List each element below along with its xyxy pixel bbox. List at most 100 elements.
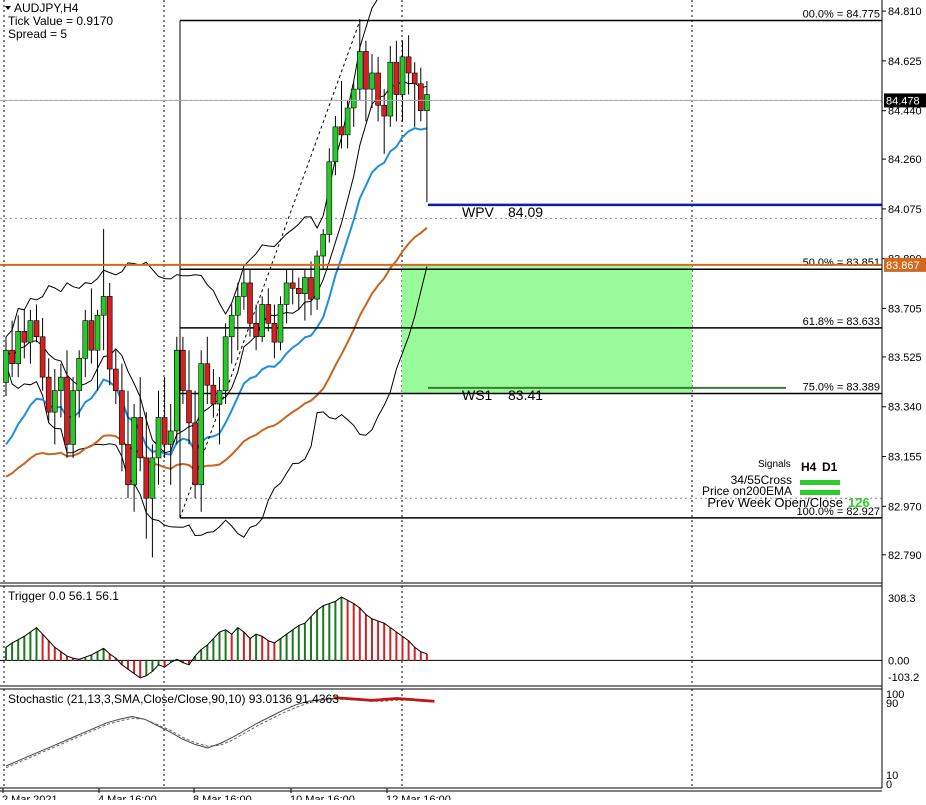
candle-body [253,322,259,338]
time-tick-label: 10 Mar 16:00 [290,794,355,800]
candle-body [381,104,388,117]
candle-body [289,282,296,289]
trigger-label: Trigger 0.0 56.1 56.1 [8,589,119,603]
signals-row-prevweek: Prev Week Open/Close [707,495,843,510]
candle-body [198,363,204,486]
orange-price-label: 83.867 [886,260,920,272]
zone-rect [402,264,692,394]
candle-body [302,277,308,294]
candle-body [186,390,192,424]
candle-body [113,368,119,391]
candle-body [222,336,229,391]
price-tick-label: 84.075 [888,204,922,216]
price-tick-label: 84.625 [888,56,922,68]
candle-body [308,277,314,300]
candle-body [64,376,70,445]
chart-svg[interactable]: 00.0% = 84.775 50.0% = 83.851 61.8% = 83.6… [0,0,926,805]
candle-body [88,320,95,351]
candle-body [216,390,223,405]
price-tick-label: 83.155 [888,452,922,464]
candle-body [320,234,327,257]
candle-body [27,320,34,343]
candle-body [283,282,290,305]
candle-body [204,363,211,386]
candle-body [137,417,143,459]
candle-body [180,349,186,391]
time-tick-label: 4 Mar 16:00 [98,794,157,800]
candle-body [131,417,137,486]
candle-body [405,56,412,74]
candle-body [174,349,180,432]
chart-window[interactable]: 00.0% = 84.775 50.0% = 83.851 61.8% = 83.6… [0,0,926,805]
candle-body [241,282,247,297]
pivot-value: 84.09 [508,204,543,220]
candle-body [76,357,82,391]
candle-body [192,422,198,486]
candle-body [332,126,339,163]
candle-body [51,390,58,413]
time-tick-label: 2 Mar 2021 [2,794,58,800]
trigger-axis-label: 0.00 [888,655,909,667]
candle-body [94,314,101,351]
candle-body [39,336,46,378]
signals-prevweek-value: 126 [848,495,870,510]
candle-body [58,376,64,391]
candle-body [363,51,369,90]
candle-body [295,288,302,294]
candle-body [167,430,174,445]
candle-body [125,444,131,486]
signals-title: Signals [758,459,791,470]
candle-body [369,72,375,90]
fib-label: 61.8% = 83.633 [803,316,880,328]
candle-body [411,72,418,85]
candle-body [210,384,217,405]
price-tick-label: 82.790 [888,550,922,562]
trigger-axis-label: 308.3 [888,593,916,605]
price-tick-label: 83.525 [888,352,922,364]
candle-body [143,457,150,499]
candle-body [119,390,125,445]
time-tick-label: 12 Mar 16:00 [386,794,451,800]
candle-body [277,304,284,343]
candle-body [33,320,40,338]
stochastic-axis-label: 90 [886,698,898,710]
tick-value-label: Tick Value = 0.9170 [8,14,113,28]
stochastic-axis-label: 0 [886,779,892,791]
candle-body [82,320,89,359]
candle-body [155,417,162,459]
candle-body [247,282,253,324]
signals-col-d1: D1 [822,460,838,474]
candle-body [424,94,430,111]
candle-body [235,296,241,316]
stochastic-label: Stochastic (21,13,3,SMA,Close/Close,90,1… [8,692,339,706]
candle-body [399,56,406,95]
candle-body [21,331,28,343]
price-tick-label: 84.440 [888,106,922,118]
candle-body [259,304,266,338]
demand-zone [402,264,692,394]
price-tick-label: 82.970 [888,501,922,513]
fib-label: 75.0% = 83.389 [803,382,880,394]
current-price-label: 84.478 [886,95,920,107]
candle-body [149,457,156,499]
time-tick-label: 8 Mar 16:00 [193,794,252,800]
candle-body [265,304,272,324]
candle-body [387,61,394,117]
candle-body [228,314,235,338]
candle-body [70,390,76,445]
candle-body [393,61,400,95]
candle-body [314,255,320,300]
pivot-value: 83.41 [508,387,543,403]
spread-label: Spread = 5 [8,27,67,41]
candle-body [326,161,333,235]
pivot-label: WS1 [462,387,493,403]
candle-body [161,417,168,445]
fib-label: 00.0% = 84.775 [803,8,880,20]
signal-bar-cross [800,480,840,485]
price-tick-label: 84.260 [888,154,922,166]
price-tick-label: 83.340 [888,402,922,414]
trigger-axis-label: -103.2 [888,672,919,684]
pivot-label: WPV [462,204,495,220]
signal-bar-ema [800,490,840,495]
symbol-label: AUDJPY,H4 [14,1,79,15]
